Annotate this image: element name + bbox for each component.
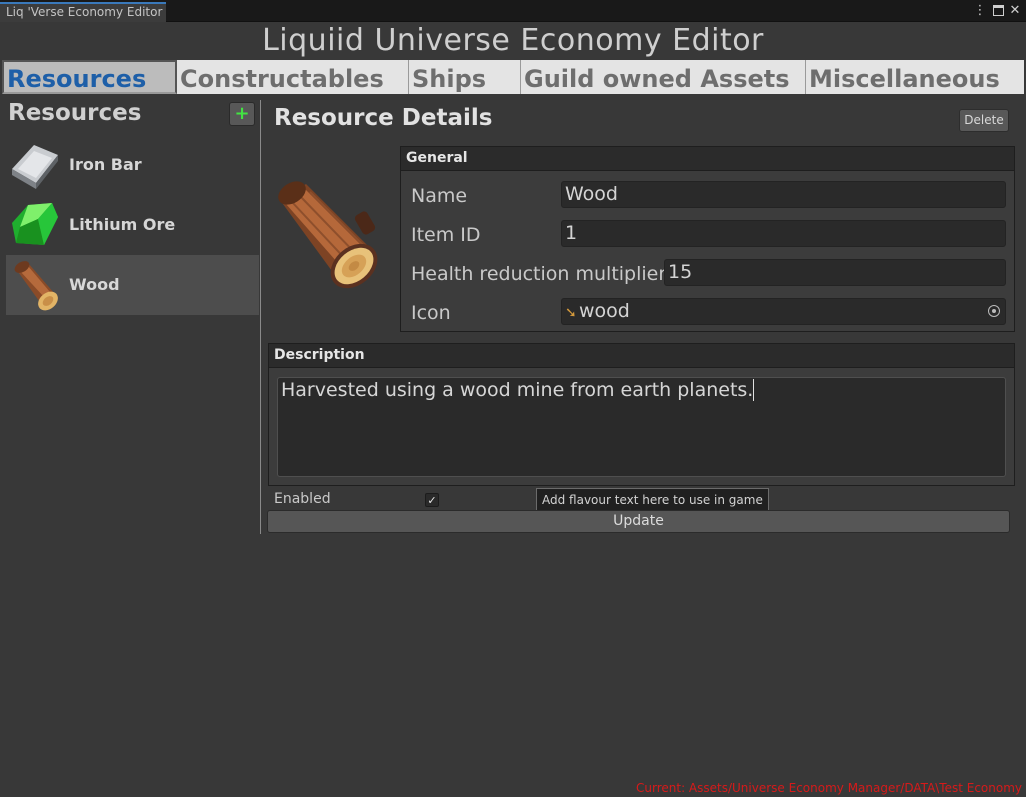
text-caret xyxy=(753,379,755,401)
maximize-icon[interactable] xyxy=(990,2,1006,20)
icon-label: Icon xyxy=(411,302,451,324)
wood-log-icon xyxy=(14,261,58,311)
tab-ships[interactable]: Ships xyxy=(409,60,521,94)
description-section: Description Harvested using a wood mine … xyxy=(268,343,1015,486)
resource-list-title: Resources xyxy=(8,100,142,126)
tab-guild-owned-assets[interactable]: Guild owned Assets xyxy=(521,60,806,94)
general-section: General Name Wood Item ID 1 Health reduc… xyxy=(400,146,1015,332)
tab-miscellaneous[interactable]: Miscellaneous xyxy=(806,60,1024,94)
resource-item-wood[interactable]: Wood xyxy=(6,255,259,315)
resource-item-label: Iron Bar xyxy=(69,155,142,174)
description-textarea[interactable]: Harvested using a wood mine from earth p… xyxy=(277,377,1006,477)
iron-bar-icon xyxy=(12,145,58,189)
name-field[interactable]: Wood xyxy=(561,181,1006,208)
delete-button[interactable]: Delete xyxy=(959,109,1009,132)
resource-item-iron-bar[interactable]: Iron Bar xyxy=(6,135,259,195)
item-id-field[interactable]: 1 xyxy=(561,220,1006,247)
lithium-ore-icon xyxy=(12,203,58,245)
description-text: Harvested using a wood mine from earth p… xyxy=(281,379,754,401)
resource-list-panel: Resources + Iron Bar Lithium Ore Wood xyxy=(3,98,260,538)
panel-divider[interactable] xyxy=(260,100,261,534)
wood-asset-icon: ➘ xyxy=(565,305,577,321)
name-label: Name xyxy=(411,185,468,207)
general-header: General xyxy=(401,147,1014,171)
icon-object-field[interactable]: ➘ wood xyxy=(561,298,1006,325)
window-tab-strip: Liq 'Verse Economy Editor ⋮ ✕ xyxy=(0,0,1026,22)
description-header: Description xyxy=(269,344,1014,368)
resource-item-lithium-ore[interactable]: Lithium Ore xyxy=(6,195,259,255)
resource-item-label: Wood xyxy=(69,275,120,294)
item-id-label: Item ID xyxy=(411,224,481,246)
resource-item-label: Lithium Ore xyxy=(69,215,176,234)
update-button[interactable]: Update xyxy=(267,510,1010,533)
enabled-checkbox[interactable]: ✓ xyxy=(425,493,439,507)
add-resource-button[interactable]: + xyxy=(229,102,255,126)
wood-log-icon xyxy=(278,181,378,289)
tab-resources[interactable]: Resources xyxy=(2,60,177,94)
health-multiplier-label: Health reduction multiplier xyxy=(411,263,667,285)
current-economy-path: Current: Assets/Universe Economy Manager… xyxy=(636,781,1022,795)
tab-constructables[interactable]: Constructables xyxy=(177,60,409,94)
resource-details-title: Resource Details xyxy=(274,105,493,131)
icon-object-value: wood xyxy=(579,300,630,322)
app-title: Liquiid Universe Economy Editor xyxy=(262,23,764,58)
description-tooltip: Add flavour text here to use in game xyxy=(536,488,769,512)
window-tab[interactable]: Liq 'Verse Economy Editor xyxy=(0,2,166,22)
health-multiplier-field[interactable]: 15 xyxy=(664,259,1006,286)
object-picker-icon[interactable] xyxy=(988,305,1000,317)
kebab-menu-icon[interactable]: ⋮ xyxy=(972,2,988,20)
enabled-label: Enabled xyxy=(274,491,331,507)
close-icon[interactable]: ✕ xyxy=(1007,2,1023,20)
category-toolbar: Resources Constructables Ships Guild own… xyxy=(2,60,1024,94)
